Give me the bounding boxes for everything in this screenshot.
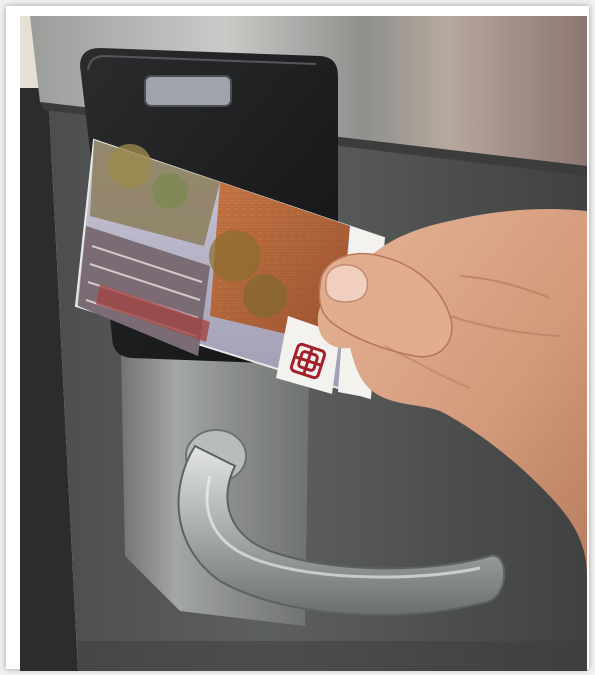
photo-scene: [20, 16, 587, 671]
thumbnail: [324, 264, 369, 303]
photo: [20, 16, 587, 671]
door-bottom-shadow: [78, 641, 587, 671]
indicator-light: [144, 75, 232, 107]
photo-frame: [6, 6, 589, 671]
